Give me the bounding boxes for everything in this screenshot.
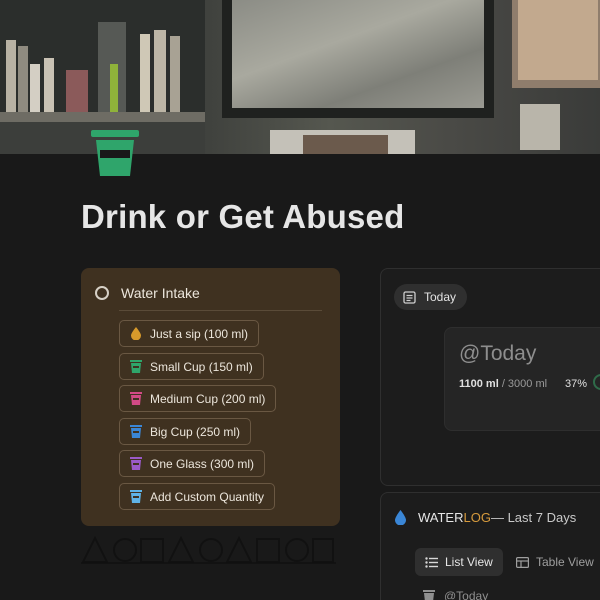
page-icon-cup[interactable] xyxy=(89,128,141,178)
button-label: Add Custom Quantity xyxy=(150,489,265,504)
cover-book xyxy=(110,64,118,114)
orange-drop-icon xyxy=(131,327,141,340)
cover-book xyxy=(140,34,150,114)
decorative-shapes-divider xyxy=(81,535,336,564)
pink-cup-icon xyxy=(130,392,142,405)
water-intake-header: Water Intake xyxy=(95,285,200,301)
cover-book xyxy=(44,58,54,114)
cover-shelf-board xyxy=(0,112,205,122)
water-log-title-a: WATER xyxy=(418,510,464,525)
page-title: Drink or Get Abused xyxy=(81,198,405,235)
small-cup-button[interactable]: Small Cup (150 ml) xyxy=(119,353,264,380)
cup-icon xyxy=(423,590,435,600)
water-intake-callout: Water Intake Just a sip (100 ml) Small C… xyxy=(81,268,340,526)
list-icon xyxy=(425,556,438,568)
cover-book xyxy=(18,46,28,114)
button-label: Big Cup (250 ml) xyxy=(150,424,241,439)
today-tab[interactable]: Today xyxy=(394,284,468,310)
today-tab-label: Today xyxy=(424,290,457,304)
water-log-panel xyxy=(380,492,600,600)
consumed-amount: 1100 ml xyxy=(459,378,499,390)
table-icon xyxy=(516,556,529,568)
purple-cup-icon xyxy=(130,457,142,470)
one-glass-button[interactable]: One Glass (300 ml) xyxy=(119,450,266,477)
water-log-header: WATER LOG — Last 7 Days xyxy=(394,510,576,525)
target-amount: / 3000 ml xyxy=(498,378,548,390)
progress-percent: 37% xyxy=(565,378,588,390)
tab-table-view-label: Table View xyxy=(536,555,594,569)
button-label: One Glass (300 ml) xyxy=(150,456,255,471)
log-list-item-label: @Today xyxy=(444,589,489,600)
tab-list-view-label: List View xyxy=(445,555,493,569)
tab-list-view[interactable]: List View xyxy=(415,548,503,576)
calendar-doc-icon xyxy=(403,290,416,304)
green-cup-icon xyxy=(130,360,142,373)
cover-painting xyxy=(303,135,388,154)
light-blue-cup-icon xyxy=(130,490,142,503)
circle-icon xyxy=(95,286,109,300)
log-list-item[interactable]: @Today xyxy=(423,589,488,600)
blue-cup-icon xyxy=(130,425,142,438)
just-a-sip-button[interactable]: Just a sip (100 ml) xyxy=(119,320,260,347)
cover-painting xyxy=(232,0,484,108)
today-card-title: @Today xyxy=(459,342,537,365)
big-cup-button[interactable]: Big Cup (250 ml) xyxy=(119,418,252,445)
divider xyxy=(119,310,322,311)
add-custom-quantity-button[interactable]: Add Custom Quantity xyxy=(119,483,276,510)
button-label: Small Cup (150 ml) xyxy=(150,359,253,374)
cover-book xyxy=(30,64,40,114)
green-cup-icon xyxy=(91,130,139,176)
water-log-title-b: LOG xyxy=(463,510,491,525)
button-label: Just a sip (100 ml) xyxy=(150,326,249,341)
intake-amount: 1100 ml / 3000 ml xyxy=(459,378,547,390)
button-label: Medium Cup (200 ml) xyxy=(150,391,266,406)
water-drop-icon xyxy=(395,510,406,525)
cover-book xyxy=(154,30,166,114)
cover-book xyxy=(6,40,16,114)
medium-cup-button[interactable]: Medium Cup (200 ml) xyxy=(119,385,277,412)
water-intake-title: Water Intake xyxy=(121,285,200,301)
cover-painting xyxy=(518,0,598,80)
cover-book xyxy=(170,36,180,114)
cover-frame xyxy=(520,104,560,150)
water-log-title-c: — Last 7 Days xyxy=(490,510,577,525)
cover-figurine xyxy=(66,70,88,114)
tab-table-view[interactable]: Table View xyxy=(516,548,594,576)
